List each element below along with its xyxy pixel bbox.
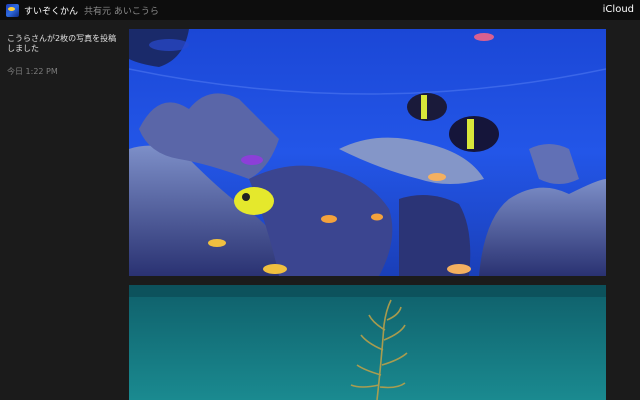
aquarium-coral-reef-photo[interactable] bbox=[129, 29, 606, 276]
seaweed-image bbox=[129, 285, 606, 400]
top-bar: すいぞくかん 共有元 あいこうら iCloud bbox=[0, 0, 640, 20]
aquarium-seaweed-photo[interactable] bbox=[129, 285, 606, 400]
activity-message[interactable]: こうらさんが2枚の写真を投稿しました bbox=[7, 34, 123, 54]
album-title: すいぞくかん bbox=[24, 6, 79, 17]
activity-sidebar: こうらさんが2枚の写真を投稿しました 今日 1:22 PM bbox=[0, 20, 128, 400]
icloud-brand-label[interactable]: iCloud bbox=[603, 4, 634, 15]
shared-by-label: 共有元 あいこうら bbox=[84, 6, 159, 17]
activity-timestamp: 今日 1:22 PM bbox=[7, 67, 58, 76]
coral-reef-image bbox=[129, 29, 606, 276]
photo-feed[interactable] bbox=[128, 20, 640, 400]
album-thumbnail-icon[interactable] bbox=[6, 3, 19, 17]
